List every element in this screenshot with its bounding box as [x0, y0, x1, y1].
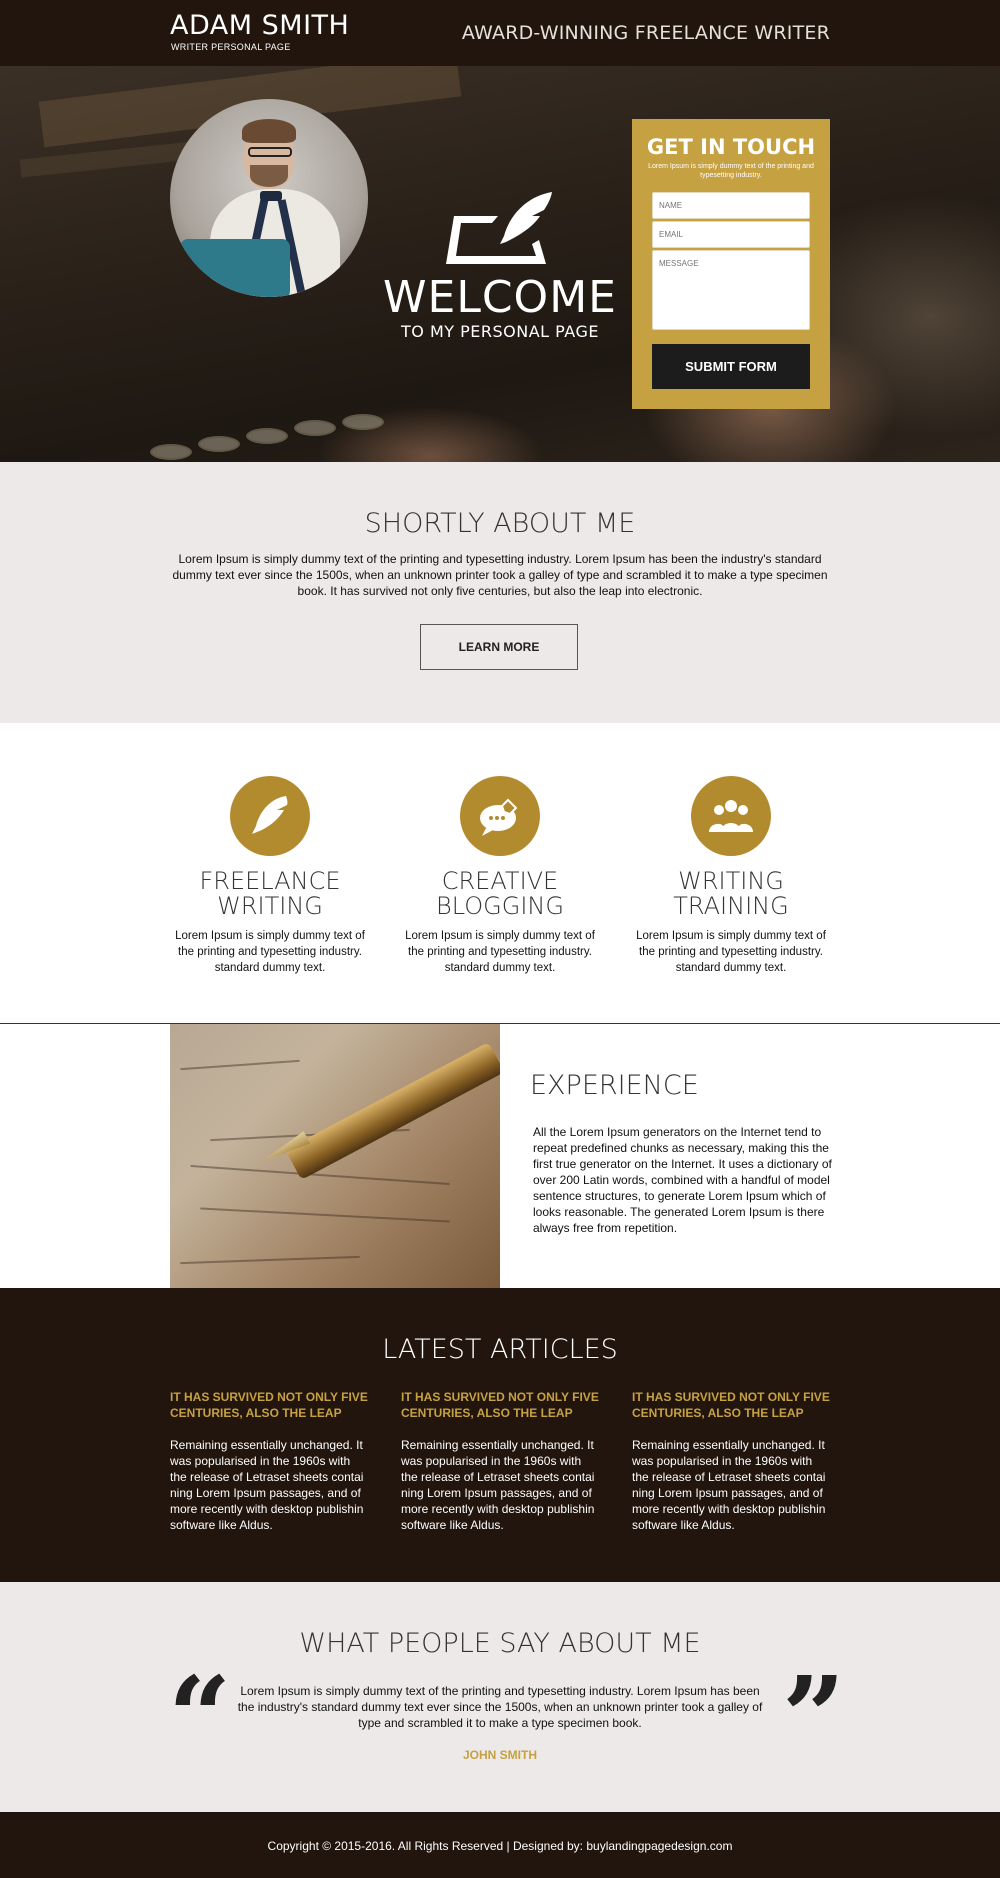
welcome-subtitle: TO MY PERSONAL PAGE: [401, 322, 599, 341]
article-card: IT HAS SURVIVED NOT ONLY FIVE CENTURIES,…: [170, 1389, 370, 1533]
contact-form-title: GET IN TOUCH: [646, 135, 816, 159]
writing-pad-icon: [446, 192, 552, 264]
contact-form-description: Lorem Ipsum is simply dummy text of the …: [648, 163, 814, 179]
articles-title: LATEST ARTICLES: [382, 1334, 618, 1365]
learn-more-button[interactable]: LEARN MORE: [420, 624, 578, 670]
service-card: WRITING TRAINING Lorem Ipsum is simply d…: [631, 723, 831, 1023]
article-body: Remaining essentially unchanged. It was …: [632, 1438, 826, 1532]
brand-name: ADAM SMITH: [170, 10, 350, 41]
article-heading[interactable]: IT HAS SURVIVED NOT ONLY FIVE CENTURIES,…: [170, 1389, 370, 1421]
about-section: SHORTLY ABOUT ME Lorem Ipsum is simply d…: [0, 462, 1000, 723]
brand-subtitle: WRITER PERSONAL PAGE: [171, 42, 291, 52]
site-footer: Copyright © 2015-2016. All Rights Reserv…: [0, 1812, 1000, 1878]
article-body: Remaining essentially unchanged. It was …: [401, 1438, 595, 1532]
article-card: IT HAS SURVIVED NOT ONLY FIVE CENTURIES,…: [632, 1389, 832, 1533]
article-heading[interactable]: IT HAS SURVIVED NOT ONLY FIVE CENTURIES,…: [401, 1389, 601, 1421]
service-text: Lorem Ipsum is simply dummy text of the …: [636, 930, 826, 974]
articles-section: LATEST ARTICLES IT HAS SURVIVED NOT ONLY…: [0, 1288, 1000, 1582]
name-field[interactable]: [652, 192, 810, 219]
service-title: FREELANCE WRITING: [199, 867, 341, 920]
welcome-title: WELCOME: [383, 272, 617, 323]
group-icon: [691, 776, 771, 856]
experience-text: All the Lorem Ipsum generators on the In…: [533, 1125, 832, 1235]
testimonials-section: WHAT PEOPLE SAY ABOUT ME “ ” Lorem Ipsum…: [0, 1582, 1000, 1812]
email-field[interactable]: [652, 221, 810, 248]
about-title: SHORTLY ABOUT ME: [364, 508, 636, 539]
service-text: Lorem Ipsum is simply dummy text of the …: [175, 930, 365, 974]
testimonial-author: JOHN SMITH: [462, 1748, 537, 1762]
header-tagline: AWARD-WINNING FREELANCE WRITER: [461, 22, 830, 44]
article-body: Remaining essentially unchanged. It was …: [170, 1438, 364, 1532]
chat-bubble-icon: [460, 776, 540, 856]
testimonials-title: WHAT PEOPLE SAY ABOUT ME: [299, 1628, 701, 1659]
service-title: CREATIVE BLOGGING: [436, 867, 564, 920]
service-card: CREATIVE BLOGGING Lorem Ipsum is simply …: [400, 723, 600, 1023]
contact-form: GET IN TOUCH Lorem Ipsum is simply dummy…: [632, 119, 830, 409]
about-text: Lorem Ipsum is simply dummy text of the …: [172, 552, 828, 598]
site-header: ADAM SMITH WRITER PERSONAL PAGE AWARD-WI…: [0, 0, 1000, 66]
testimonial-quote: Lorem Ipsum is simply dummy text of the …: [237, 1684, 763, 1730]
service-text: Lorem Ipsum is simply dummy text of the …: [405, 930, 595, 974]
services-section: FREELANCE WRITING Lorem Ipsum is simply …: [0, 723, 1000, 1024]
feather-icon: [230, 776, 310, 856]
article-card: IT HAS SURVIVED NOT ONLY FIVE CENTURIES,…: [401, 1389, 601, 1533]
article-heading[interactable]: IT HAS SURVIVED NOT ONLY FIVE CENTURIES,…: [632, 1389, 832, 1421]
service-card: FREELANCE WRITING Lorem Ipsum is simply …: [170, 723, 370, 1023]
service-title: WRITING TRAINING: [673, 867, 789, 920]
experience-title: EXPERIENCE: [530, 1070, 699, 1101]
message-field[interactable]: [652, 250, 810, 330]
fountain-pen-photo: [170, 1024, 500, 1288]
hero-typewriter-keys: [150, 406, 450, 462]
footer-copyright: Copyright © 2015-2016. All Rights Reserv…: [267, 1839, 733, 1853]
submit-form-button[interactable]: SUBMIT FORM: [652, 344, 810, 389]
profile-photo: [170, 99, 368, 297]
